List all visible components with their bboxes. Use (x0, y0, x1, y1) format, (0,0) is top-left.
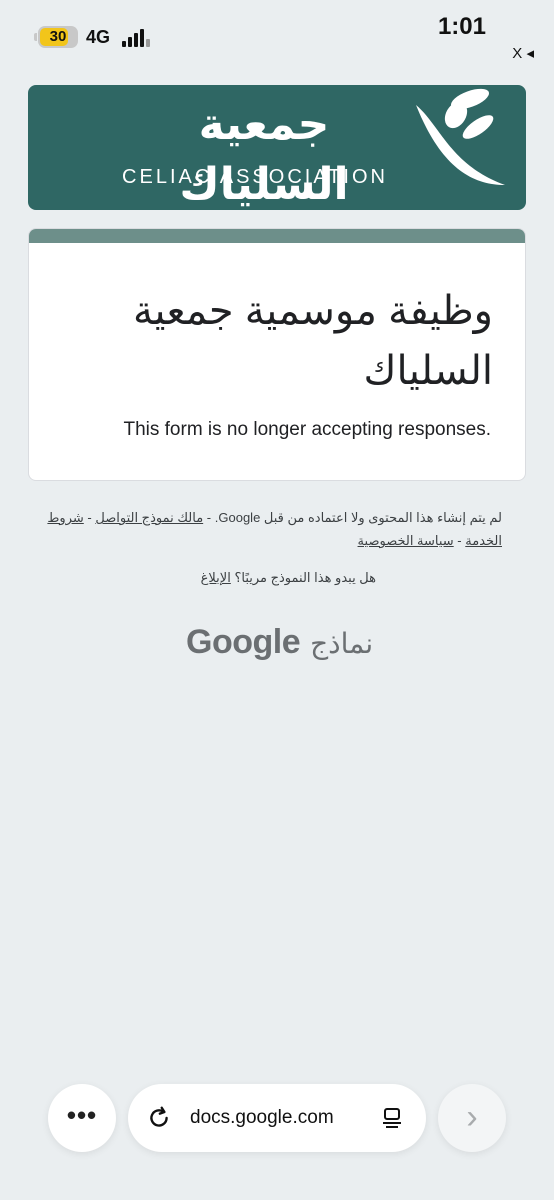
forward-button[interactable]: › (438, 1084, 506, 1152)
battery-icon: 30 (34, 26, 78, 48)
url-text: docs.google.com (190, 1107, 334, 1128)
google-wordmark: Google (186, 623, 301, 661)
closed-form-message: .This form is no longer accepting respon… (123, 419, 491, 440)
disclaimer-text: لم يتم إنشاء هذا المحتوى ولا اعتماده من … (214, 510, 502, 525)
form-accent-bar (29, 229, 525, 243)
close-button[interactable]: X ◂ (512, 44, 534, 62)
reload-icon[interactable] (146, 1105, 172, 1131)
form-card: وظيفة موسمية جمعية السلياك .This form is… (28, 228, 526, 481)
address-bar[interactable]: docs.google.com (128, 1084, 426, 1152)
wheat-leaf-icon (416, 88, 505, 185)
status-bar: 30 4G 1:01 X ◂ (0, 0, 554, 70)
forms-wordmark: نماذج (310, 628, 374, 659)
more-button[interactable]: ••• (48, 1084, 116, 1152)
logo-arabic-name: جمعية السلياك (179, 100, 349, 209)
clock: 1:01 (437, 13, 486, 40)
privacy-link[interactable]: سياسة الخصوصية (358, 533, 454, 548)
battery-level: 30 (49, 28, 67, 45)
footer-disclaimer: لم يتم إنشاء هذا المحتوى ولا اعتماده من … (47, 510, 502, 548)
network-type: 4G (86, 27, 111, 47)
report-link[interactable]: الإبلاغ (201, 570, 231, 585)
chevron-right-icon: › (466, 1098, 478, 1136)
logo-english-name: CELIAC ASSOCIATION (122, 166, 388, 188)
more-icon: ••• (66, 1100, 98, 1130)
report-line: هل يبدو هذا النموذج مريبًا؟ الإبلاغ (40, 570, 376, 586)
reader-mode-icon[interactable] (380, 1106, 404, 1130)
google-forms-logo[interactable]: Google نماذج (186, 620, 376, 664)
form-title: وظيفة موسمية جمعية السلياك (132, 289, 493, 393)
report-question: هل يبدو هذا النموذج مريبًا؟ (234, 570, 376, 585)
header-banner: جمعية السلياك CELIAC ASSOCIATION (28, 85, 526, 210)
contact-owner-link[interactable]: مالك نموذج التواصل (95, 510, 203, 525)
signal-icon (122, 29, 152, 47)
